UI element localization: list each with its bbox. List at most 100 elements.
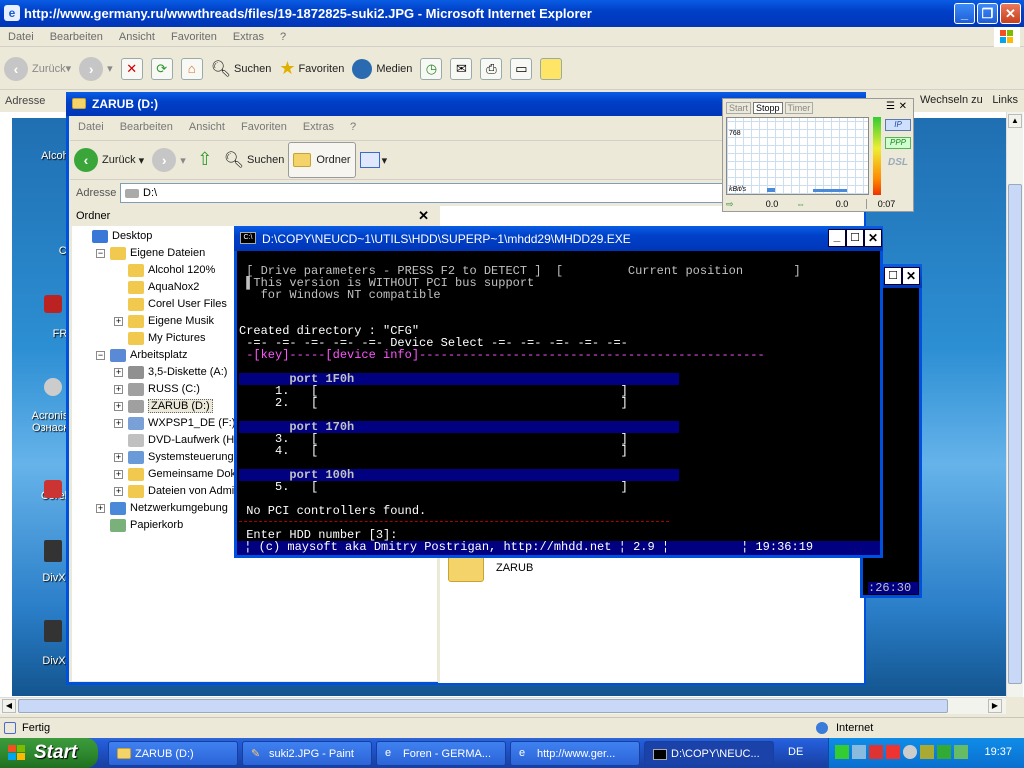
meter-close-icon[interactable]: ✕ xyxy=(899,101,907,112)
refresh-icon[interactable]: ⟳ xyxy=(150,57,173,80)
cmd-minimize-button[interactable]: _ xyxy=(828,229,846,247)
note-icon[interactable] xyxy=(540,57,563,80)
tree-item[interactable]: + Netzwerkumgebung xyxy=(96,500,228,516)
expand-icon[interactable]: + xyxy=(114,418,123,428)
zarub-folder-label[interactable]: ZARUB xyxy=(496,562,533,574)
scroll-left-icon[interactable]: ◀ xyxy=(2,699,16,713)
back-button[interactable]: ‹ Zurück ▾ xyxy=(0,51,75,87)
favorites-button[interactable]: ★ Favoriten xyxy=(275,51,348,87)
exp-menu-favoriten[interactable]: Favoriten xyxy=(233,121,295,133)
tree-item[interactable]: + WXPSP1_DE (F:) xyxy=(114,415,235,431)
task-foren[interactable]: e Foren - GERMA... xyxy=(376,741,506,766)
tree-item[interactable]: − Eigene Dateien xyxy=(96,245,205,261)
task-paint[interactable]: ✎ suki2.JPG - Paint xyxy=(242,741,372,766)
maximize-icon[interactable]: ☐ xyxy=(884,267,902,285)
exp-menu-bearbeiten[interactable]: Bearbeiten xyxy=(112,121,181,133)
exp-forward-button[interactable]: › ▾ xyxy=(148,142,190,178)
scroll-right-icon[interactable]: ▶ xyxy=(988,699,1002,713)
edit-icon[interactable]: ▭ xyxy=(510,57,533,80)
exp-menu-ansicht[interactable]: Ansicht xyxy=(181,121,233,133)
tree-item[interactable]: DVD-Laufwerk (H:) xyxy=(114,432,241,448)
tree-item[interactable]: AquaNox2 xyxy=(114,279,199,295)
cmd-title-bar[interactable]: C:\ D:\COPY\NEUCD~1\UTILS\HDD\SUPERP~1\m… xyxy=(234,226,883,251)
start-button[interactable]: Start xyxy=(0,738,98,768)
views-button[interactable]: ▾ xyxy=(356,142,392,178)
expand-icon[interactable]: + xyxy=(114,486,123,496)
scroll-up-icon[interactable]: ▲ xyxy=(1008,114,1022,128)
exp-search-button[interactable]: 🔍︎ Suchen xyxy=(220,142,289,178)
scroll-thumb[interactable] xyxy=(1008,184,1022,684)
mail-icon[interactable]: ✉ xyxy=(450,57,473,80)
forward-button[interactable]: › ▾ xyxy=(75,51,117,87)
exp-menu-help[interactable]: ? xyxy=(342,121,364,133)
search-button[interactable]: 🔍︎ Suchen xyxy=(207,51,276,87)
cmd-terminal[interactable]: [ Drive parameters - PRESS F2 to DETECT … xyxy=(237,251,880,555)
go-button[interactable]: Wechseln zu xyxy=(920,94,983,106)
meter-tab-stopp[interactable]: Stopp xyxy=(753,102,783,114)
expand-icon[interactable]: + xyxy=(114,316,123,326)
expand-icon[interactable]: + xyxy=(114,452,123,462)
cmd-close-button[interactable]: ✕ xyxy=(864,229,882,247)
expand-icon[interactable]: + xyxy=(114,469,123,479)
links-label[interactable]: Links xyxy=(992,94,1018,106)
exp-back-button[interactable]: ‹ Zurück ▾ xyxy=(70,142,148,178)
up-folder-icon[interactable]: ⇧ xyxy=(194,149,216,171)
menu-extras[interactable]: Extras xyxy=(225,31,272,43)
tree-item[interactable]: Desktop xyxy=(78,228,152,244)
maximize-button[interactable]: ❐ xyxy=(977,3,998,24)
stop-icon[interactable]: ✕ xyxy=(120,57,143,80)
meter-tab-start[interactable]: Start xyxy=(726,102,752,114)
horizontal-scrollbar[interactable]: ◀ ▶ xyxy=(0,697,1006,714)
tray-network-icon[interactable] xyxy=(835,745,849,759)
tree-item[interactable]: + Systemsteuerung xyxy=(114,449,234,465)
ie-title-bar[interactable]: e http://www.germany.ru/wwwthreads/files… xyxy=(0,0,1024,27)
tree-item[interactable]: Corel User Files xyxy=(114,296,227,312)
minimize-button[interactable]: _ xyxy=(954,3,975,24)
tree-item[interactable]: My Pictures xyxy=(114,330,205,346)
expand-icon[interactable]: + xyxy=(114,401,123,411)
tree-item[interactable]: + Eigene Musik xyxy=(114,313,214,329)
tree-item[interactable]: +3,5-Diskette (A:) xyxy=(114,364,227,380)
tree-item[interactable]: + Dateien von Administ xyxy=(114,483,251,499)
task-explorer[interactable]: ZARUB (D:) xyxy=(108,741,238,766)
menu-help[interactable]: ? xyxy=(272,31,294,43)
tree-item[interactable]: + ZARUB (D:) xyxy=(114,398,213,414)
close-icon[interactable]: ✕ xyxy=(902,267,920,285)
menu-bearbeiten[interactable]: Bearbeiten xyxy=(42,31,111,43)
menu-datei[interactable]: Datei xyxy=(0,31,42,43)
tray-ship-icon[interactable] xyxy=(852,745,866,759)
menu-ansicht[interactable]: Ansicht xyxy=(111,31,163,43)
expand-icon[interactable]: + xyxy=(114,384,123,394)
cmd-maximize-button[interactable]: ☐ xyxy=(846,229,864,247)
expand-icon[interactable]: + xyxy=(114,367,123,377)
tree-item[interactable]: + RUSS (C:) xyxy=(114,381,200,397)
folders-button[interactable]: Ordner xyxy=(288,142,356,178)
hscroll-thumb[interactable] xyxy=(18,699,948,713)
close-button[interactable]: ✕ xyxy=(1000,3,1021,24)
vertical-scrollbar[interactable]: ▲ xyxy=(1006,112,1023,697)
menu-favoriten[interactable]: Favoriten xyxy=(163,31,225,43)
tray-disc-icon[interactable] xyxy=(903,745,917,759)
tray-meter-icon[interactable] xyxy=(937,745,951,759)
tree-item[interactable]: − Arbeitsplatz xyxy=(96,347,187,363)
home-icon[interactable]: ⌂ xyxy=(180,57,203,80)
tree-item[interactable]: Alcohol 120% xyxy=(114,262,215,278)
meter-menu-icon[interactable]: ☰ xyxy=(886,101,895,112)
close-panel-icon[interactable]: ✕ xyxy=(418,208,429,224)
print-icon[interactable]: ⎙ xyxy=(480,57,503,80)
task-http[interactable]: e http://www.ger... xyxy=(510,741,640,766)
tray-k-icon[interactable] xyxy=(886,745,900,759)
exp-menu-extras[interactable]: Extras xyxy=(295,121,342,133)
expand-icon[interactable]: + xyxy=(96,503,105,513)
collapse-icon[interactable]: − xyxy=(96,350,105,360)
tree-item[interactable]: Papierkorb xyxy=(96,517,183,533)
lang-indicator[interactable]: DE xyxy=(788,746,803,758)
media-button[interactable]: Medien xyxy=(348,51,416,87)
tray-shield-icon[interactable] xyxy=(869,745,883,759)
exp-menu-datei[interactable]: Datei xyxy=(70,121,112,133)
meter-tab-timer[interactable]: Timer xyxy=(784,102,814,114)
clock[interactable]: 19:37 xyxy=(984,746,1012,758)
task-cmd[interactable]: D:\COPY\NEUC... xyxy=(644,741,774,766)
tray-sound-icon[interactable] xyxy=(920,745,934,759)
tray-app-icon[interactable] xyxy=(954,745,968,759)
